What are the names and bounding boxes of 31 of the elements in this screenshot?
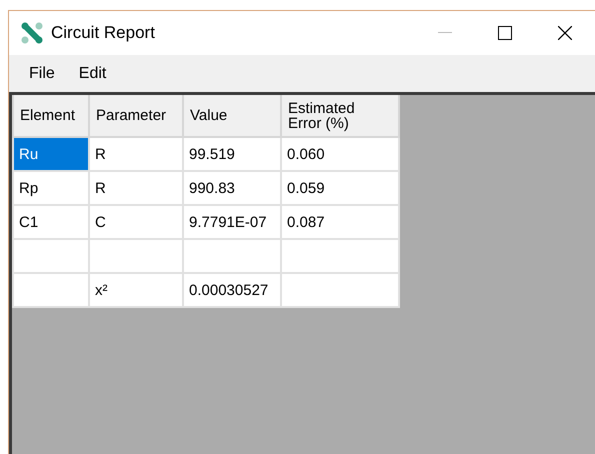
table-cell[interactable] — [281, 273, 399, 307]
column-header[interactable]: Value — [183, 95, 281, 137]
table-cell[interactable]: 0.060 — [281, 137, 399, 171]
column-header[interactable]: Element — [13, 95, 89, 137]
table-cell[interactable]: 0.059 — [281, 171, 399, 205]
table-cell[interactable] — [13, 239, 89, 273]
window-title: Circuit Report — [51, 23, 156, 43]
table-cell[interactable]: 9.7791E-07 — [183, 205, 281, 239]
table-cell[interactable]: C — [89, 205, 183, 239]
maximize-icon[interactable] — [498, 26, 512, 40]
table-cell[interactable]: R — [89, 137, 183, 171]
table-cell[interactable]: 99.519 — [183, 137, 281, 171]
table-cell[interactable]: Ru — [13, 137, 89, 171]
column-header[interactable]: Estimated Error (%) — [281, 95, 399, 137]
app-logo-icon — [21, 22, 43, 44]
menu-item[interactable]: Edit — [68, 60, 116, 86]
table-cell[interactable]: 990.83 — [183, 171, 281, 205]
table-cell[interactable] — [183, 239, 281, 273]
close-icon[interactable] — [558, 26, 572, 40]
table-cell[interactable]: 0.00030527 — [183, 273, 281, 307]
table-cell[interactable] — [281, 239, 399, 273]
menu-item[interactable]: File — [19, 60, 65, 86]
column-header[interactable]: Parameter — [89, 95, 183, 137]
table-cell[interactable]: 0.087 — [281, 205, 399, 239]
table-cell[interactable]: R — [89, 171, 183, 205]
table-cell[interactable]: Rp — [13, 171, 89, 205]
table-cell[interactable]: C1 — [13, 205, 89, 239]
table-cell[interactable] — [13, 273, 89, 307]
minimize-icon[interactable] — [438, 32, 452, 34]
table-cell[interactable] — [89, 239, 183, 273]
table-cell[interactable]: x² — [89, 273, 183, 307]
